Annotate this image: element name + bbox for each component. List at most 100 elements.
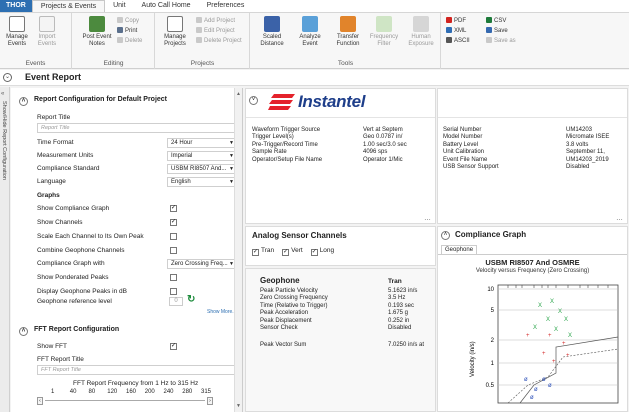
page-title: Event Report: [25, 72, 82, 82]
language-dropdown[interactable]: English ▼: [167, 177, 237, 187]
print-button[interactable]: Print: [117, 27, 137, 36]
human-exposure-icon: [413, 16, 429, 32]
report-config-header[interactable]: ˄ Report Configuration for Default Projec…: [19, 96, 167, 106]
scale-channel-checkbox[interactable]: [170, 233, 177, 240]
tab-thor[interactable]: THOR: [0, 0, 32, 12]
unit-field-label: USB Sensor Support: [443, 164, 499, 170]
y-tick-5: 5: [491, 308, 495, 314]
tab-preferences[interactable]: Preferences: [199, 0, 253, 12]
marker-x: X: [554, 327, 558, 333]
transfer-function-button[interactable]: Transfer Function: [331, 16, 365, 48]
show-fft-checkbox[interactable]: ✓: [170, 343, 177, 350]
compliance-graph-with-label: Compliance Graph with: [37, 260, 105, 267]
compliance-graph-with-dropdown[interactable]: Zero Crossing Freq... ▼: [167, 259, 237, 269]
manage-projects-button[interactable]: Manage Projects: [160, 16, 190, 48]
fft-config-header[interactable]: ˄ FFT Report Configuration: [19, 326, 119, 336]
geophone-field-value: 3.5 Hz: [388, 295, 406, 302]
tab-unit[interactable]: Unit: [105, 0, 133, 12]
import-events-button[interactable]: Import Events: [32, 16, 62, 48]
csv-button[interactable]: CSV: [486, 17, 506, 26]
unit-field-value: Disabled: [566, 164, 590, 170]
chart-title: USBM RI8507 And OSMRE: [485, 258, 580, 267]
show-compliance-graph-checkbox[interactable]: ✓: [170, 205, 177, 212]
combine-geophone-checkbox[interactable]: [170, 247, 177, 254]
fft-title-input[interactable]: FFT Report Title: [37, 365, 237, 375]
ribbon-group-projects: Manage Projects Add Project Edit Project…: [156, 13, 250, 69]
top-tick-marks: [507, 285, 609, 288]
save-button[interactable]: Save: [486, 27, 508, 36]
delete-project-button[interactable]: Delete Project: [196, 37, 242, 46]
save-as-button[interactable]: Save as: [486, 37, 516, 46]
slider-left-arrow-icon[interactable]: ‹: [37, 397, 43, 405]
geophone-reference-input[interactable]: 0: [169, 297, 183, 306]
report-title-input[interactable]: Report Title: [37, 123, 237, 133]
measurement-units-dropdown[interactable]: Imperial ▼: [167, 151, 237, 161]
chart-subtitle: Velocity versus Frequency (Zero Crossing…: [475, 268, 590, 274]
more-options-icon[interactable]: …: [616, 215, 623, 222]
collapse-chevron-icon[interactable]: ⌄: [3, 73, 12, 82]
tab-projects-events[interactable]: Projects & Events: [31, 0, 106, 12]
manage-events-button[interactable]: Manage Events: [2, 16, 32, 48]
edit-project-button[interactable]: Edit Project: [196, 27, 235, 36]
copy-button[interactable]: Copy: [117, 17, 139, 26]
waveform-field-label: Trigger Level(s): [252, 134, 294, 141]
csv-icon: [486, 17, 492, 23]
frequency-filter-button[interactable]: Frequency Filter: [367, 16, 401, 48]
notes-icon: [89, 16, 105, 32]
pdf-icon: [446, 17, 452, 23]
scaled-distance-icon: [264, 16, 280, 32]
chevron-up-icon: ˄: [19, 97, 28, 106]
compliance-standard-dropdown[interactable]: USBM RI8507 And... ▼: [167, 164, 237, 174]
scaled-distance-button[interactable]: Scaled Distance: [255, 16, 289, 48]
channel-long-toggle[interactable]: ✓ Long: [310, 247, 334, 256]
channel-vert-toggle[interactable]: ✓ Vert: [282, 247, 303, 256]
scroll-down-icon[interactable]: ▼: [236, 403, 241, 409]
post-event-notes-button[interactable]: Post Event Notes: [79, 16, 115, 48]
fft-range-slider[interactable]: ‹ › 1 40 80 120 160 200 240 280 315: [37, 389, 213, 409]
unit-field-value: September 11,: [566, 149, 605, 156]
config-sidebar-toggle[interactable]: « Show/Hide Report Configuration: [0, 87, 10, 412]
show-channels-checkbox[interactable]: ✓: [170, 219, 177, 226]
show-more-link[interactable]: Show More...: [207, 309, 236, 315]
marker-plus: +: [542, 351, 546, 357]
delete-button[interactable]: Delete: [117, 37, 142, 46]
left-panel-scrollbar[interactable]: ▲ ▼: [234, 88, 242, 412]
slider-tick-label: 160: [126, 389, 137, 395]
slider-right-arrow-icon[interactable]: ›: [207, 397, 213, 405]
waveform-field-value: 1.00 sec/3.0 sec: [363, 141, 407, 148]
chevron-up-icon[interactable]: ˄: [441, 231, 450, 240]
unit-field-label: Battery Level: [443, 141, 479, 148]
ribbon-group-export: PDF XML ASCII CSV Save Save as: [442, 13, 542, 69]
analyze-event-button[interactable]: Analyze Event: [293, 16, 327, 48]
channel-tran-toggle[interactable]: ✓ Tran: [252, 247, 274, 256]
xml-button[interactable]: XML: [446, 27, 466, 36]
marker-x: X: [538, 303, 542, 309]
human-exposure-button[interactable]: Human Exposure: [404, 16, 438, 48]
geophone-field-label: Peak Acceleration: [260, 310, 309, 317]
marker-x: X: [533, 325, 537, 331]
refresh-icon[interactable]: ↻: [187, 294, 195, 305]
geophone-field-label: Peak Displacement: [260, 317, 312, 324]
limit-line: [519, 336, 619, 404]
more-options-icon[interactable]: …: [424, 215, 431, 222]
ribbon-group-events: Manage Events Import Events Events: [0, 13, 72, 69]
geophone-field-value: 1.675 g: [388, 310, 409, 317]
add-project-button[interactable]: Add Project: [196, 17, 235, 26]
slider-tick-label: 120: [107, 389, 118, 395]
tab-geophone[interactable]: Geophone: [441, 245, 478, 254]
y-tick-0-5: 0.5: [486, 383, 495, 389]
report-config-panel: ˄ Report Configuration for Default Projec…: [11, 88, 243, 412]
ponderated-peaks-checkbox[interactable]: [170, 274, 177, 281]
pdf-button[interactable]: PDF: [446, 17, 466, 26]
collapse-chevron-icon[interactable]: ˅: [249, 96, 258, 105]
scroll-up-icon[interactable]: ▲: [236, 91, 241, 97]
geophone-field-value: 5.1623 in/s: [388, 288, 418, 294]
compliance-graph-panel: ˄ Compliance Graph Geophone USBM RI8507 …: [437, 226, 628, 412]
geophone-db-checkbox[interactable]: [170, 288, 177, 295]
copy-icon: [117, 17, 123, 23]
geophone-column-header: Tran: [388, 278, 402, 285]
y-tick-1: 1: [491, 361, 495, 367]
ascii-button[interactable]: ASCII: [446, 37, 470, 46]
time-format-dropdown[interactable]: 24 Hour ▼: [167, 138, 237, 148]
tab-auto-call-home[interactable]: Auto Call Home: [134, 0, 199, 12]
